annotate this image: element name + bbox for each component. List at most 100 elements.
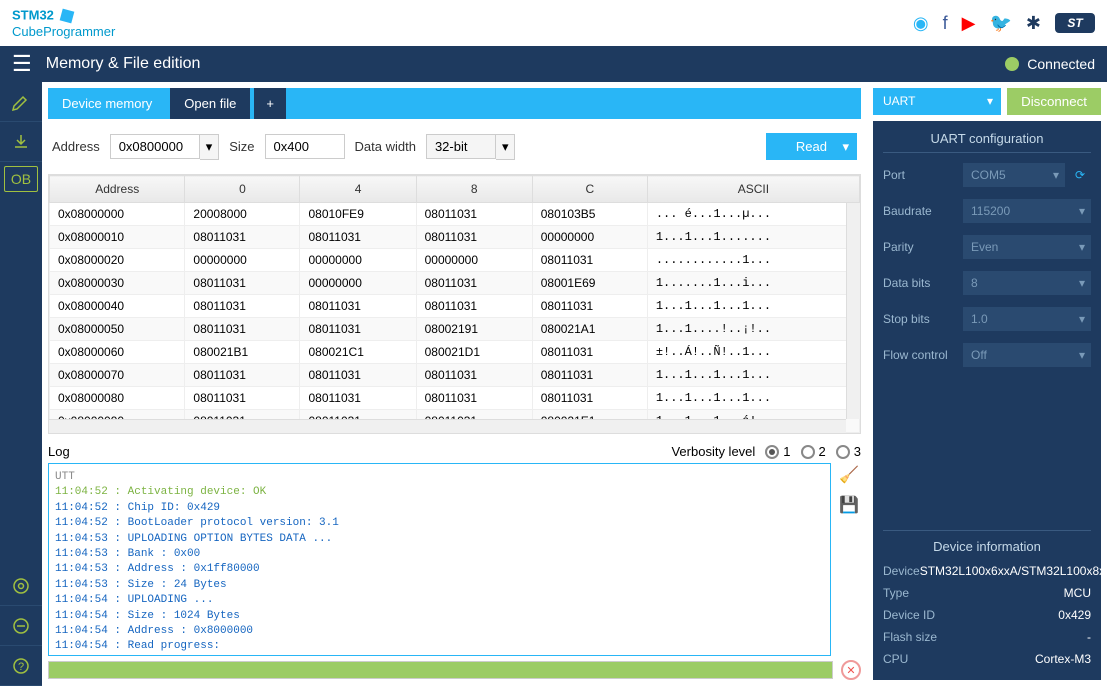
sidebar-ob[interactable]: OB xyxy=(4,166,38,192)
cell[interactable]: ... é...1...µ... xyxy=(647,203,859,226)
share-icon[interactable]: ✱ xyxy=(1026,13,1041,34)
verbosity-1[interactable]: 1 xyxy=(765,444,790,459)
sidebar-edit[interactable] xyxy=(0,82,42,122)
cell[interactable]: 00000000 xyxy=(532,226,647,249)
table-row[interactable]: 0x08000040080110310801103108011031080110… xyxy=(50,295,860,318)
col-c[interactable]: C xyxy=(532,176,647,203)
table-vscroll[interactable] xyxy=(846,203,860,419)
log-box[interactable]: UTT11:04:52 : Activating device: OK11:04… xyxy=(48,463,831,656)
cell[interactable]: 08011031 xyxy=(532,249,647,272)
cell[interactable]: 08011031 xyxy=(185,226,300,249)
cell[interactable]: 08011031 xyxy=(300,387,416,410)
address-input[interactable] xyxy=(110,134,200,159)
tab-open-file[interactable]: Open file xyxy=(170,88,250,119)
cell[interactable]: 00000000 xyxy=(300,249,416,272)
cell[interactable]: 08011031 xyxy=(185,295,300,318)
parity-select[interactable]: Even xyxy=(963,235,1091,259)
cell[interactable]: 08011031 xyxy=(416,387,532,410)
cell[interactable]: 08011031 xyxy=(300,364,416,387)
table-row[interactable]: 0x08000080080110310801103108011031080110… xyxy=(50,387,860,410)
cell[interactable]: 00000000 xyxy=(300,272,416,295)
cell[interactable]: 080103B5 xyxy=(532,203,647,226)
cell[interactable]: 08011031 xyxy=(532,341,647,364)
col-0[interactable]: 0 xyxy=(185,176,300,203)
cell[interactable]: 1.......1...i... xyxy=(647,272,859,295)
cell[interactable]: 08011031 xyxy=(416,226,532,249)
cell[interactable]: 08001E69 xyxy=(532,272,647,295)
cell[interactable]: 080021B1 xyxy=(185,341,300,364)
disconnect-button[interactable]: Disconnect xyxy=(1007,88,1101,115)
datawidth-select[interactable] xyxy=(426,134,496,159)
cell[interactable]: 1...1...1...1... xyxy=(647,364,859,387)
cell[interactable]: 20008000 xyxy=(185,203,300,226)
menu-icon[interactable]: ☰ xyxy=(12,51,32,77)
cell[interactable]: 0x08000040 xyxy=(50,295,185,318)
cell[interactable]: 080021D1 xyxy=(416,341,532,364)
cell[interactable]: 1...1...1...1... xyxy=(647,295,859,318)
cell[interactable]: 0x08000070 xyxy=(50,364,185,387)
table-hscroll[interactable] xyxy=(49,419,846,433)
col-4[interactable]: 4 xyxy=(300,176,416,203)
cell[interactable]: 0x08000060 xyxy=(50,341,185,364)
cell[interactable]: 08011031 xyxy=(300,318,416,341)
tab-device-memory[interactable]: Device memory xyxy=(48,88,166,119)
col-8[interactable]: 8 xyxy=(416,176,532,203)
table-row[interactable]: 0x08000060080021B1080021C1080021D1080110… xyxy=(50,341,860,364)
cell[interactable]: 08011031 xyxy=(416,364,532,387)
tab-add[interactable]: + xyxy=(254,88,286,119)
cell[interactable]: 08011031 xyxy=(300,295,416,318)
cell[interactable]: ±!..Á!..Ñ!..1... xyxy=(647,341,859,364)
cell[interactable]: 08011031 xyxy=(532,387,647,410)
cell[interactable]: 08011031 xyxy=(416,203,532,226)
badge-icon[interactable]: ◉ xyxy=(913,13,929,34)
table-row[interactable]: 0x08000070080110310801103108011031080110… xyxy=(50,364,860,387)
cell[interactable]: 080021A1 xyxy=(532,318,647,341)
cancel-progress-icon[interactable]: ✕ xyxy=(841,660,861,680)
cell[interactable]: 08011031 xyxy=(185,364,300,387)
table-row[interactable]: 0x08000010080110310801103108011031000000… xyxy=(50,226,860,249)
youtube-icon[interactable]: ▶ xyxy=(962,13,976,34)
cell[interactable]: 08011031 xyxy=(185,387,300,410)
cell[interactable]: 08011031 xyxy=(532,295,647,318)
cell[interactable]: 0x08000030 xyxy=(50,272,185,295)
cell[interactable]: 08011031 xyxy=(300,226,416,249)
sidebar-erase[interactable] xyxy=(0,606,42,646)
save-log-icon[interactable]: 💾 xyxy=(837,493,861,517)
databits-select[interactable]: 8 xyxy=(963,271,1091,295)
address-dropdown-icon[interactable]: ▾ xyxy=(200,134,220,160)
table-row[interactable]: 0x08000050080110310801103108002191080021… xyxy=(50,318,860,341)
cell[interactable]: 00000000 xyxy=(185,249,300,272)
cell[interactable]: 08011031 xyxy=(532,364,647,387)
cell[interactable]: 0x08000050 xyxy=(50,318,185,341)
cell[interactable]: 1...1...1....... xyxy=(647,226,859,249)
datawidth-dropdown-icon[interactable]: ▾ xyxy=(496,134,516,160)
cell[interactable]: 08010FE9 xyxy=(300,203,416,226)
sidebar-download[interactable] xyxy=(0,122,42,162)
col-address[interactable]: Address xyxy=(50,176,185,203)
col-ascii[interactable]: ASCII xyxy=(647,176,859,203)
cell[interactable]: 08011031 xyxy=(416,272,532,295)
verbosity-2[interactable]: 2 xyxy=(801,444,826,459)
cell[interactable]: ............1... xyxy=(647,249,859,272)
cell[interactable]: 08011031 xyxy=(416,295,532,318)
port-select[interactable]: COM5 xyxy=(963,163,1065,187)
st-logo-icon[interactable]: ST xyxy=(1055,13,1095,33)
table-row[interactable]: 0x0800003008011031000000000801103108001E… xyxy=(50,272,860,295)
cell[interactable]: 1...1....!..¡!.. xyxy=(647,318,859,341)
cell[interactable]: 0x08000080 xyxy=(50,387,185,410)
cell[interactable]: 08002191 xyxy=(416,318,532,341)
flow-select[interactable]: Off xyxy=(963,343,1091,367)
cell[interactable]: 08011031 xyxy=(185,318,300,341)
read-button[interactable]: Read xyxy=(766,133,857,160)
baud-select[interactable]: 115200 xyxy=(963,199,1091,223)
cell[interactable]: 1...1...1...1... xyxy=(647,387,859,410)
table-row[interactable]: 0x08000020000000000000000000000000080110… xyxy=(50,249,860,272)
sidebar-settings[interactable] xyxy=(0,566,42,606)
cell[interactable]: 0x08000020 xyxy=(50,249,185,272)
clear-log-icon[interactable]: 🧹 xyxy=(837,463,861,487)
sidebar-help[interactable]: ? xyxy=(0,646,42,686)
cell[interactable]: 0x08000010 xyxy=(50,226,185,249)
connection-type-select[interactable]: UART xyxy=(873,88,1001,115)
stopbits-select[interactable]: 1.0 xyxy=(963,307,1091,331)
table-row[interactable]: 0x080000002000800008010FE908011031080103… xyxy=(50,203,860,226)
